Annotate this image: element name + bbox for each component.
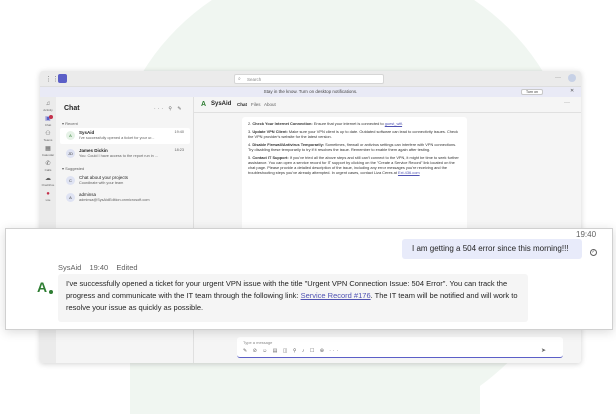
chat-item-projects[interactable]: C Chat about your projects Coordinate wi… (60, 173, 190, 189)
step-item: 3. Update VPN Client: Make sure your VPN… (248, 128, 458, 139)
bot-message-bubble: I've successfully opened a ticket for yo… (58, 274, 528, 322)
calendar-icon: ▦ (45, 146, 51, 152)
chat-list-title: Chat (64, 105, 80, 112)
seen-check-icon: ✓ (590, 249, 597, 256)
chat-item-name: Chat about your projects (79, 175, 129, 180)
composer-toolbar-icons[interactable]: ✎ ⊘ ☺ ▤ ◫ ⚲ ♪ ☐ ⊕ ··· (243, 348, 340, 354)
tab-about[interactable]: About (264, 102, 276, 107)
phone-icon: ✆ (45, 161, 51, 167)
troubleshooting-steps: 2. Check Your Internet Connection: Ensur… (248, 121, 461, 175)
step-item: 2. Check Your Internet Connection: Ensur… (248, 121, 404, 126)
chat-list-actions[interactable]: ··· ⚲ ✎ (154, 106, 184, 112)
bell-icon: ♫ (45, 101, 51, 107)
user-message-time: 19:40 (576, 230, 597, 239)
recent-section-label[interactable]: ▾ Recent (62, 121, 78, 126)
zoomed-conversation: 19:40 I am getting a 504 error since thi… (5, 228, 613, 330)
appbar-item-calls[interactable]: ✆ Calls (40, 161, 56, 172)
bot-message-time: 19:40 (89, 263, 109, 272)
chat-header: A SysAid Chat Files About ··· (194, 97, 581, 113)
more-options-icon[interactable]: ··· (555, 75, 561, 81)
turn-on-notifications-button[interactable]: Turn on (521, 89, 543, 95)
appbar-item-chat[interactable]: ▣ Chat (40, 115, 56, 127)
sysaid-logo-dot (49, 290, 53, 294)
chat-item-preview: Coordinate with your team (79, 181, 124, 185)
chat-item-time: 18:23 (174, 148, 184, 152)
search-placeholder: Search (247, 77, 262, 82)
tab-chat[interactable]: Chat (237, 102, 247, 107)
teams-icon: ⚇ (45, 131, 51, 137)
app-icon: ● (46, 191, 50, 197)
message-composer[interactable]: Type a message ✎ ⊘ ☺ ▤ ◫ ⚲ ♪ ☐ ⊕ ··· ➤ (237, 337, 563, 358)
unread-badge (49, 115, 53, 119)
appbar-item-lite[interactable]: ● Lite (40, 191, 56, 202)
send-icon[interactable]: ➤ (541, 347, 546, 354)
profile-avatar[interactable] (568, 74, 576, 82)
chat-item-adminsa[interactable]: A adminsa adminsa@SysAidEdition.onmicros… (60, 190, 190, 206)
more-options-icon[interactable]: ··· (564, 100, 570, 106)
chat-icon: ▣ (45, 116, 51, 122)
chat-item-preview: I've successfully opened a ticket for yo… (79, 136, 155, 140)
notification-banner: Stay in the know. Turn on desktop notifi… (40, 87, 581, 97)
appbar-item-teams[interactable]: ⚇ Teams (40, 131, 56, 142)
chat-item-name: James Dickin (79, 148, 108, 153)
step-item: 4. Disable Firewall/Antivirus Temporaril… (248, 141, 457, 152)
chat-item-time: 19:40 (174, 130, 184, 134)
sysaid-logo-icon: A (201, 101, 207, 108)
appbar-item-calendar[interactable]: ▦ Calendar (40, 146, 56, 157)
avatar: C (66, 176, 75, 185)
chat-title: SysAid (211, 101, 232, 107)
chat-item-preview: adminsa@SysAidEdition.onmicrosoft.com (79, 198, 150, 202)
step-item: 5. Contact IT Support: If you've tried a… (248, 154, 459, 176)
background-decoration-bottom (130, 362, 480, 414)
sysaid-logo-icon: A (37, 279, 48, 295)
search-bar[interactable]: ⌕ Search (234, 74, 384, 84)
chat-item-james[interactable]: JD James Dickin You: Could I have access… (60, 146, 190, 162)
edited-label: Edited (116, 263, 138, 272)
search-icon: ⌕ (238, 76, 241, 82)
avatar: A (66, 131, 75, 140)
user-message-bubble: I am getting a 504 error since this morn… (402, 239, 582, 259)
service-record-link[interactable]: Service Record #176 (301, 291, 371, 300)
close-icon[interactable]: ✕ (570, 88, 574, 94)
chat-item-sysaid[interactable]: A SysAid I've successfully opened a tick… (60, 128, 190, 144)
contact-link[interactable]: Ext.436.com (398, 170, 420, 175)
chat-item-name: adminsa (79, 192, 97, 197)
suggested-section-label[interactable]: ▾ Suggested (62, 166, 84, 171)
bot-name: SysAid (58, 263, 82, 272)
chat-item-name: SysAid (79, 130, 95, 135)
chat-item-preview: You: Could I have access to the report r… (79, 154, 159, 158)
appbar-item-activity[interactable]: ♫ Activity (40, 101, 56, 112)
appbar-item-onedrive[interactable]: ☁ OneDrive (40, 176, 56, 187)
avatar: JD (66, 149, 75, 158)
avatar: A (66, 193, 75, 202)
wifi-link[interactable]: guest_wifi (385, 121, 402, 126)
tab-files[interactable]: Files (251, 102, 261, 107)
notification-text: Stay in the know. Turn on desktop notifi… (263, 89, 358, 94)
bot-message-meta: SysAid 19:40 Edited (58, 263, 144, 272)
composer-placeholder: Type a message (243, 340, 273, 345)
title-bar: ⋮⋮⋮ ⌕ Search ··· (40, 71, 581, 87)
bot-message-steps: 2. Check Your Internet Connection: Ensur… (242, 117, 467, 234)
cloud-icon: ☁ (45, 176, 51, 182)
teams-logo (58, 74, 67, 83)
